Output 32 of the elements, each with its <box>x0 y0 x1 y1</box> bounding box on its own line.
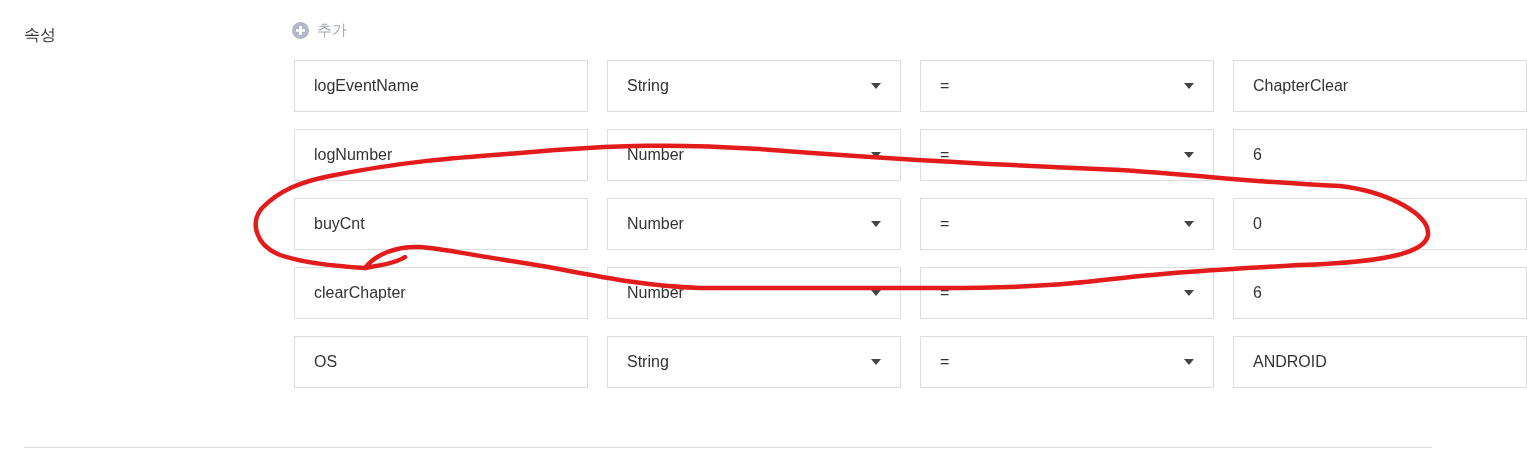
operator-dropdown[interactable]: = <box>920 267 1214 319</box>
type-dropdown[interactable]: String <box>607 60 901 112</box>
type-dropdown[interactable]: Number <box>607 267 901 319</box>
section-label: 속성 <box>24 25 56 44</box>
name-field[interactable]: buyCnt <box>294 198 588 250</box>
caret-icon <box>871 152 881 158</box>
name-field[interactable]: clearChapter <box>294 267 588 319</box>
caret-icon <box>871 221 881 227</box>
value-field[interactable]: ANDROID <box>1233 336 1527 388</box>
value-field[interactable]: 6 <box>1233 129 1527 181</box>
caret-icon <box>1184 152 1194 158</box>
value-field[interactable]: ChapterClear <box>1233 60 1527 112</box>
name-field[interactable]: OS <box>294 336 588 388</box>
caret-icon <box>1184 221 1194 227</box>
name-field[interactable]: logNumber <box>294 129 588 181</box>
type-dropdown[interactable]: String <box>607 336 901 388</box>
operator-dropdown[interactable]: = <box>920 60 1214 112</box>
operator-dropdown[interactable]: = <box>920 129 1214 181</box>
caret-icon <box>1184 83 1194 89</box>
caret-icon <box>1184 290 1194 296</box>
caret-icon <box>871 83 881 89</box>
value-field[interactable]: 0 <box>1233 198 1527 250</box>
operator-dropdown[interactable]: = <box>920 198 1214 250</box>
operator-dropdown[interactable]: = <box>920 336 1214 388</box>
plus-icon <box>292 21 309 39</box>
name-field[interactable]: logEventName <box>294 60 588 112</box>
type-dropdown[interactable]: Number <box>607 198 901 250</box>
caret-icon <box>871 290 881 296</box>
value-field[interactable]: 6 <box>1233 267 1527 319</box>
caret-icon <box>871 359 881 365</box>
caret-icon <box>1184 359 1194 365</box>
type-dropdown[interactable]: Number <box>607 129 901 181</box>
